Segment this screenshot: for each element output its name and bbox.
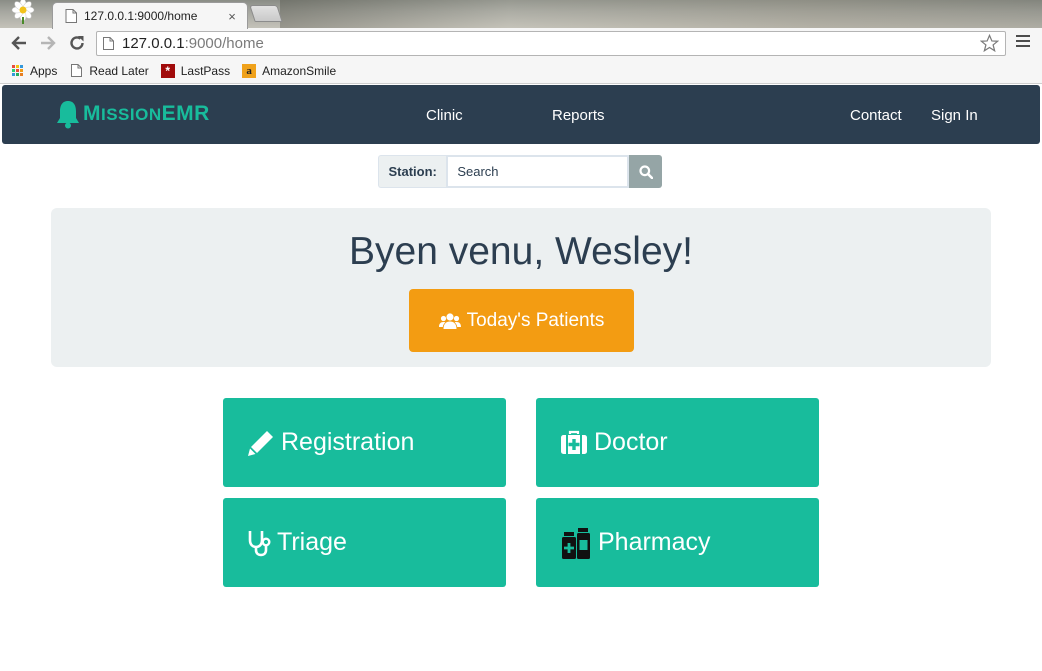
bookmark-lastpass[interactable]: * LastPass [160,63,231,78]
bell-icon [57,101,79,129]
reload-button[interactable] [66,32,88,54]
bookmarks-bar: Apps Read Later * LastPass a AmazonSmile [0,58,1042,84]
bookmark-amazonsmile[interactable]: a AmazonSmile [242,63,337,78]
top-navbar: MISSIONEMR Clinic Reports Contact Sign I… [2,85,1040,144]
users-icon [438,312,461,329]
forward-arrow-icon [41,36,56,50]
apps-grid-icon [10,64,24,78]
todays-patients-button[interactable]: Today's Patients [409,289,634,352]
bookmark-apps[interactable]: Apps [10,64,57,78]
bookmark-label: LastPass [180,63,231,78]
medicine-bottles-icon [562,527,590,559]
nav-clinic[interactable]: Clinic [426,107,463,124]
stethoscope-icon [248,530,271,556]
page-content: MISSIONEMR Clinic Reports Contact Sign I… [2,85,1040,671]
station-search-input[interactable] [446,155,630,188]
registration-tile[interactable]: Registration [223,398,506,487]
doctor-tile[interactable]: Doctor [536,398,819,487]
station-label: Station: [378,155,447,188]
page-icon [69,64,83,78]
tab-title: 127.0.0.1:9000/home [84,9,198,23]
forward-button[interactable] [37,32,59,54]
pencil-icon [248,430,273,456]
daisy-icon [11,0,35,24]
brand-name: MISSIONEMR [83,102,210,125]
nav-contact[interactable]: Contact [850,107,902,124]
pharmacy-tile[interactable]: Pharmacy [536,498,819,587]
bookmark-star-icon[interactable] [980,34,999,53]
lastpass-icon: * [160,63,175,78]
station-search: Station: [378,155,662,188]
page-icon [65,9,77,23]
nav-reports[interactable]: Reports [552,107,605,124]
search-icon [639,164,653,179]
address-bar[interactable]: 127.0.0.1:9000/home [96,31,1006,56]
welcome-panel: Byen venu, Wesley! Today's Patients [51,208,991,367]
url-host: 127.0.0.1 [122,35,185,52]
bookmark-label: AmazonSmile [262,63,337,78]
tile-label: Triage [277,528,347,556]
nav-sign-in[interactable]: Sign In [931,107,978,124]
bookmark-label: Apps [30,63,58,78]
browser-tab[interactable]: 127.0.0.1:9000/home × [52,2,248,29]
tab-close-icon[interactable]: × [225,9,239,24]
welcome-heading: Byen venu, Wesley! [349,230,693,273]
reload-icon [70,36,84,50]
tile-label: Pharmacy [598,528,711,556]
page-icon [103,37,114,50]
back-arrow-icon [11,36,26,50]
tile-label: Doctor [594,428,668,456]
tile-label: Registration [281,428,415,456]
brand-logo[interactable]: MISSIONEMR [55,99,210,129]
search-button[interactable] [629,155,662,188]
back-button[interactable] [8,32,30,54]
medkit-icon [561,430,587,454]
todays-patients-label: Today's Patients [466,309,605,331]
hamburger-menu-icon[interactable] [1016,35,1030,49]
bookmark-label: Read Later [89,63,149,78]
url-path: :9000/home [184,35,264,52]
browser-toolbar: 127.0.0.1:9000/home [0,28,1042,58]
bookmark-read-later[interactable]: Read Later [69,63,149,78]
new-tab-button[interactable] [249,5,283,22]
amazon-icon: a [242,63,257,78]
triage-tile[interactable]: Triage [223,498,506,587]
